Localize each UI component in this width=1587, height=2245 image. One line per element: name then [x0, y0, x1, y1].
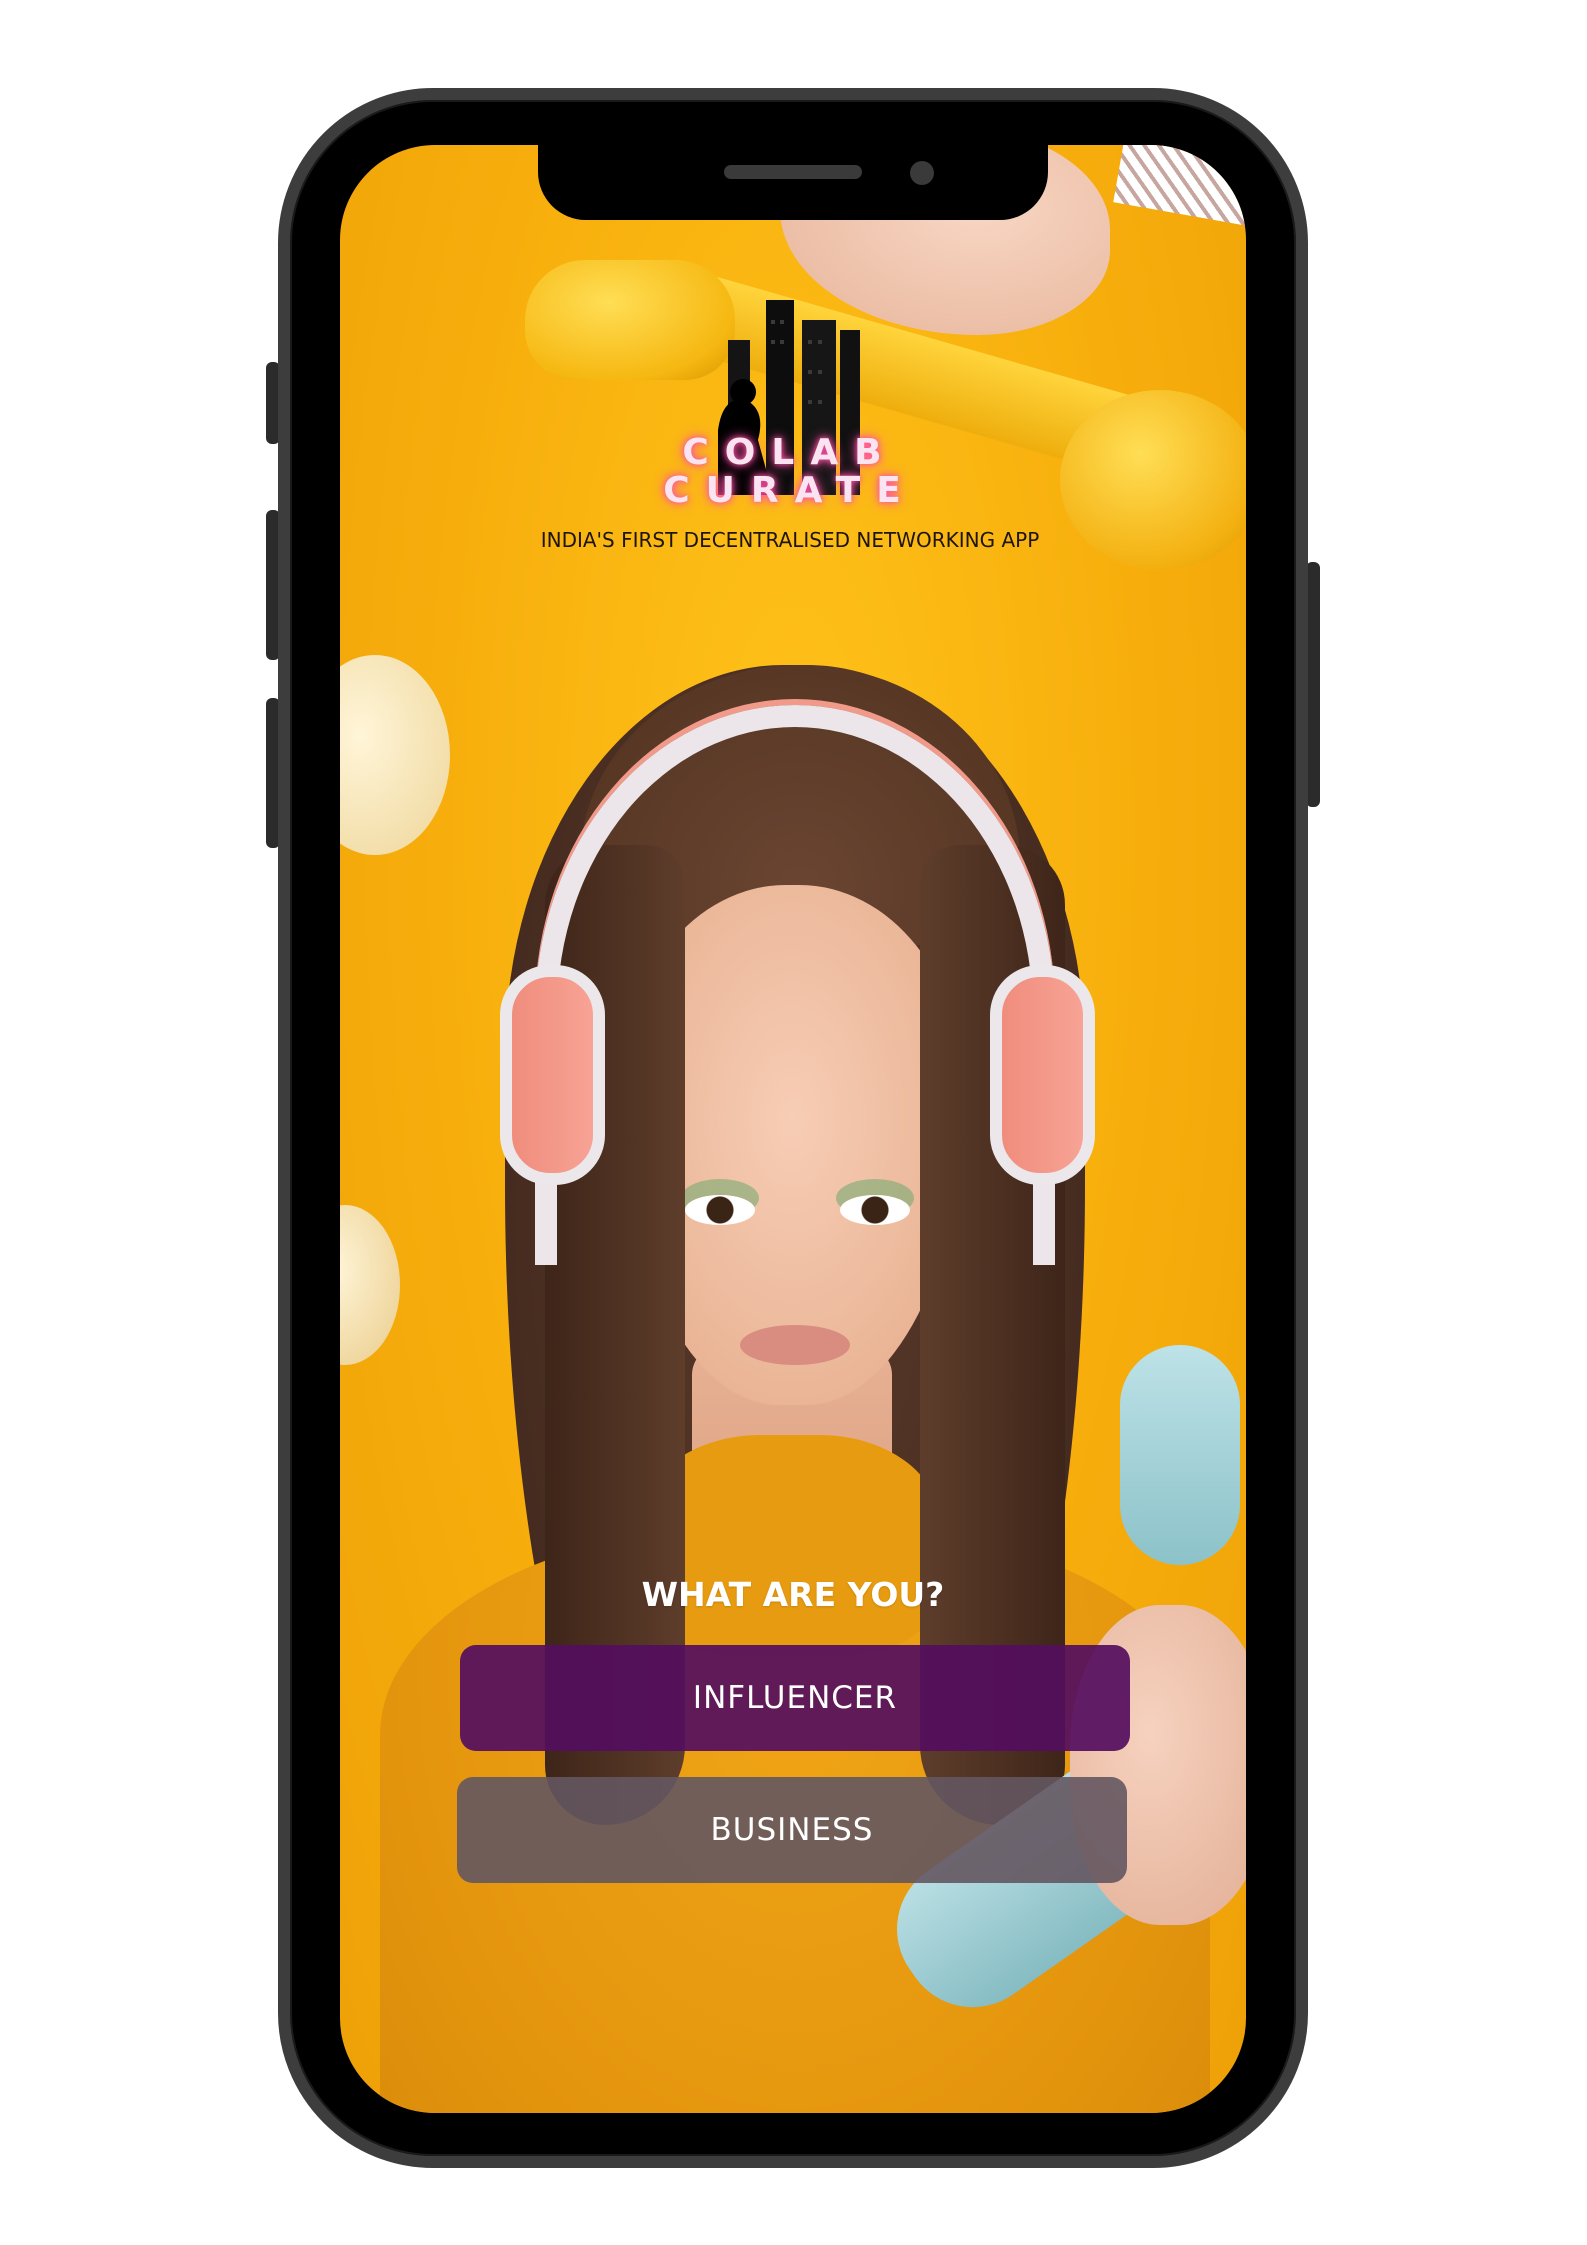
influencer-button[interactable]: INFLUENCER [460, 1645, 1130, 1751]
influencer-button-label: INFLUENCER [692, 1680, 898, 1716]
business-button[interactable]: BUSINESS [457, 1777, 1127, 1883]
brand-name-line1: COLAB [682, 432, 898, 473]
background-headphone-cup-left [500, 965, 605, 1185]
role-question: WHAT ARE YOU? [641, 1575, 945, 1614]
speaker-grille [724, 165, 862, 179]
background-cream-phone-lower [340, 1205, 400, 1365]
business-button-label: BUSINESS [710, 1812, 874, 1848]
background-yellow-earpiece [525, 260, 735, 380]
background-headphone-cup-right [990, 965, 1095, 1185]
background-cord [1113, 145, 1246, 227]
app-tagline: INDIA'S FIRST DECENTRALISED NETWORKING A… [540, 528, 1040, 552]
background-lips [740, 1325, 850, 1365]
background-blue-earpiece [1120, 1345, 1240, 1565]
app-screen: COLAB CURATE INDIA'S FIRST DECENTRALISED… [340, 145, 1246, 2113]
background-cream-phone [340, 655, 450, 855]
phone-power-button [1306, 562, 1320, 807]
front-camera [910, 161, 934, 185]
brand-name-line2: CURATE [663, 470, 917, 511]
background-turtleneck [640, 1435, 940, 1655]
phone-notch [538, 145, 1048, 220]
